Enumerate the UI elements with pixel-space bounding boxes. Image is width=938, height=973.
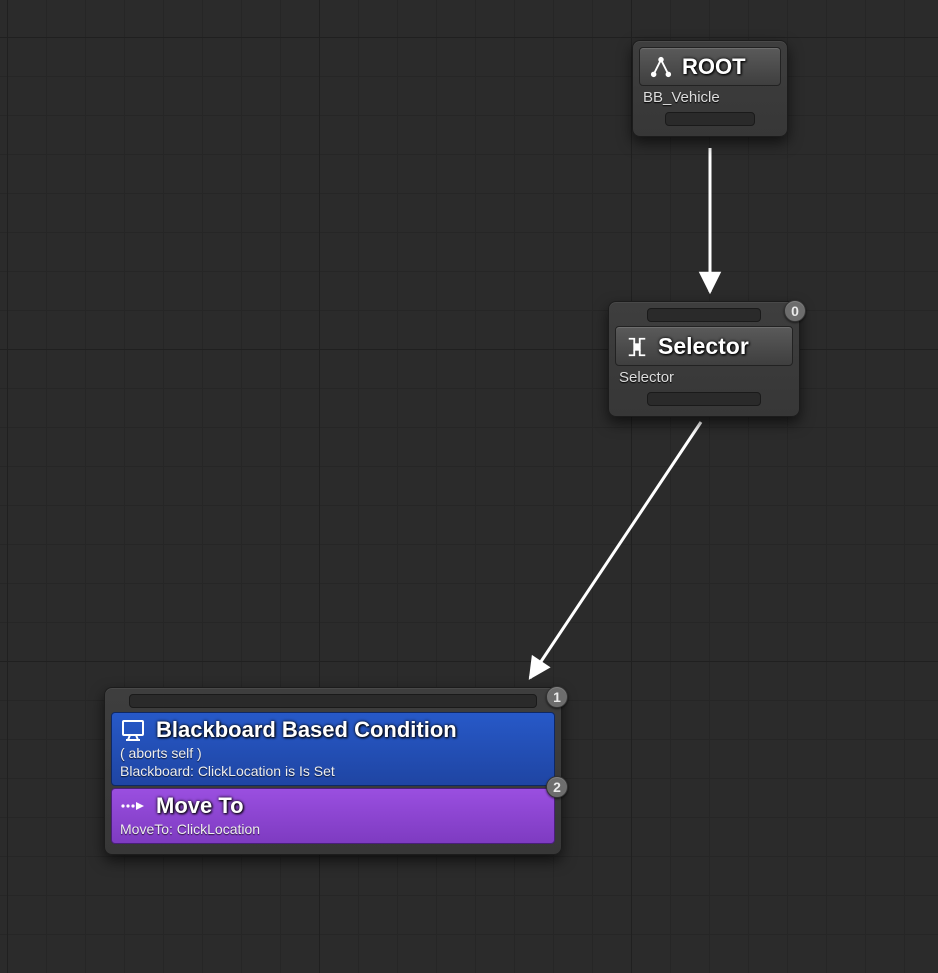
task-index-badge-1: 1 xyxy=(546,686,568,708)
task-node[interactable]: 1 2 Blackboard Based Condition ( aborts … xyxy=(104,687,562,855)
decorator-detail: Blackboard: ClickLocation is Is Set xyxy=(120,761,546,779)
decorator-aborts: ( aborts self ) xyxy=(120,743,546,761)
selector-input-pin[interactable] xyxy=(647,308,761,322)
root-title: ROOT xyxy=(682,54,746,80)
root-icon xyxy=(650,56,672,78)
selector-subtitle: Selector xyxy=(615,366,793,386)
selector-title: Selector xyxy=(658,333,749,360)
selector-header: Selector xyxy=(615,326,793,366)
selector-output-pin[interactable] xyxy=(647,392,761,406)
decorator-section[interactable]: Blackboard Based Condition ( aborts self… xyxy=(111,712,555,786)
task-input-pin[interactable] xyxy=(129,694,537,708)
selector-node[interactable]: 0 Selector Selector xyxy=(608,301,800,417)
root-node[interactable]: ROOT BB_Vehicle xyxy=(632,40,788,137)
selector-index-badge: 0 xyxy=(784,300,806,322)
root-header: ROOT xyxy=(639,47,781,86)
selector-icon xyxy=(626,336,648,358)
action-title: Move To xyxy=(156,793,244,819)
move-to-icon xyxy=(120,797,146,815)
root-output-pin[interactable] xyxy=(665,112,756,126)
action-section[interactable]: Move To MoveTo: ClickLocation xyxy=(111,788,555,844)
blackboard-icon xyxy=(120,718,146,742)
root-subtitle: BB_Vehicle xyxy=(639,86,781,106)
decorator-title: Blackboard Based Condition xyxy=(156,717,457,743)
task-index-badge-2: 2 xyxy=(546,776,568,798)
action-detail: MoveTo: ClickLocation xyxy=(120,819,546,837)
